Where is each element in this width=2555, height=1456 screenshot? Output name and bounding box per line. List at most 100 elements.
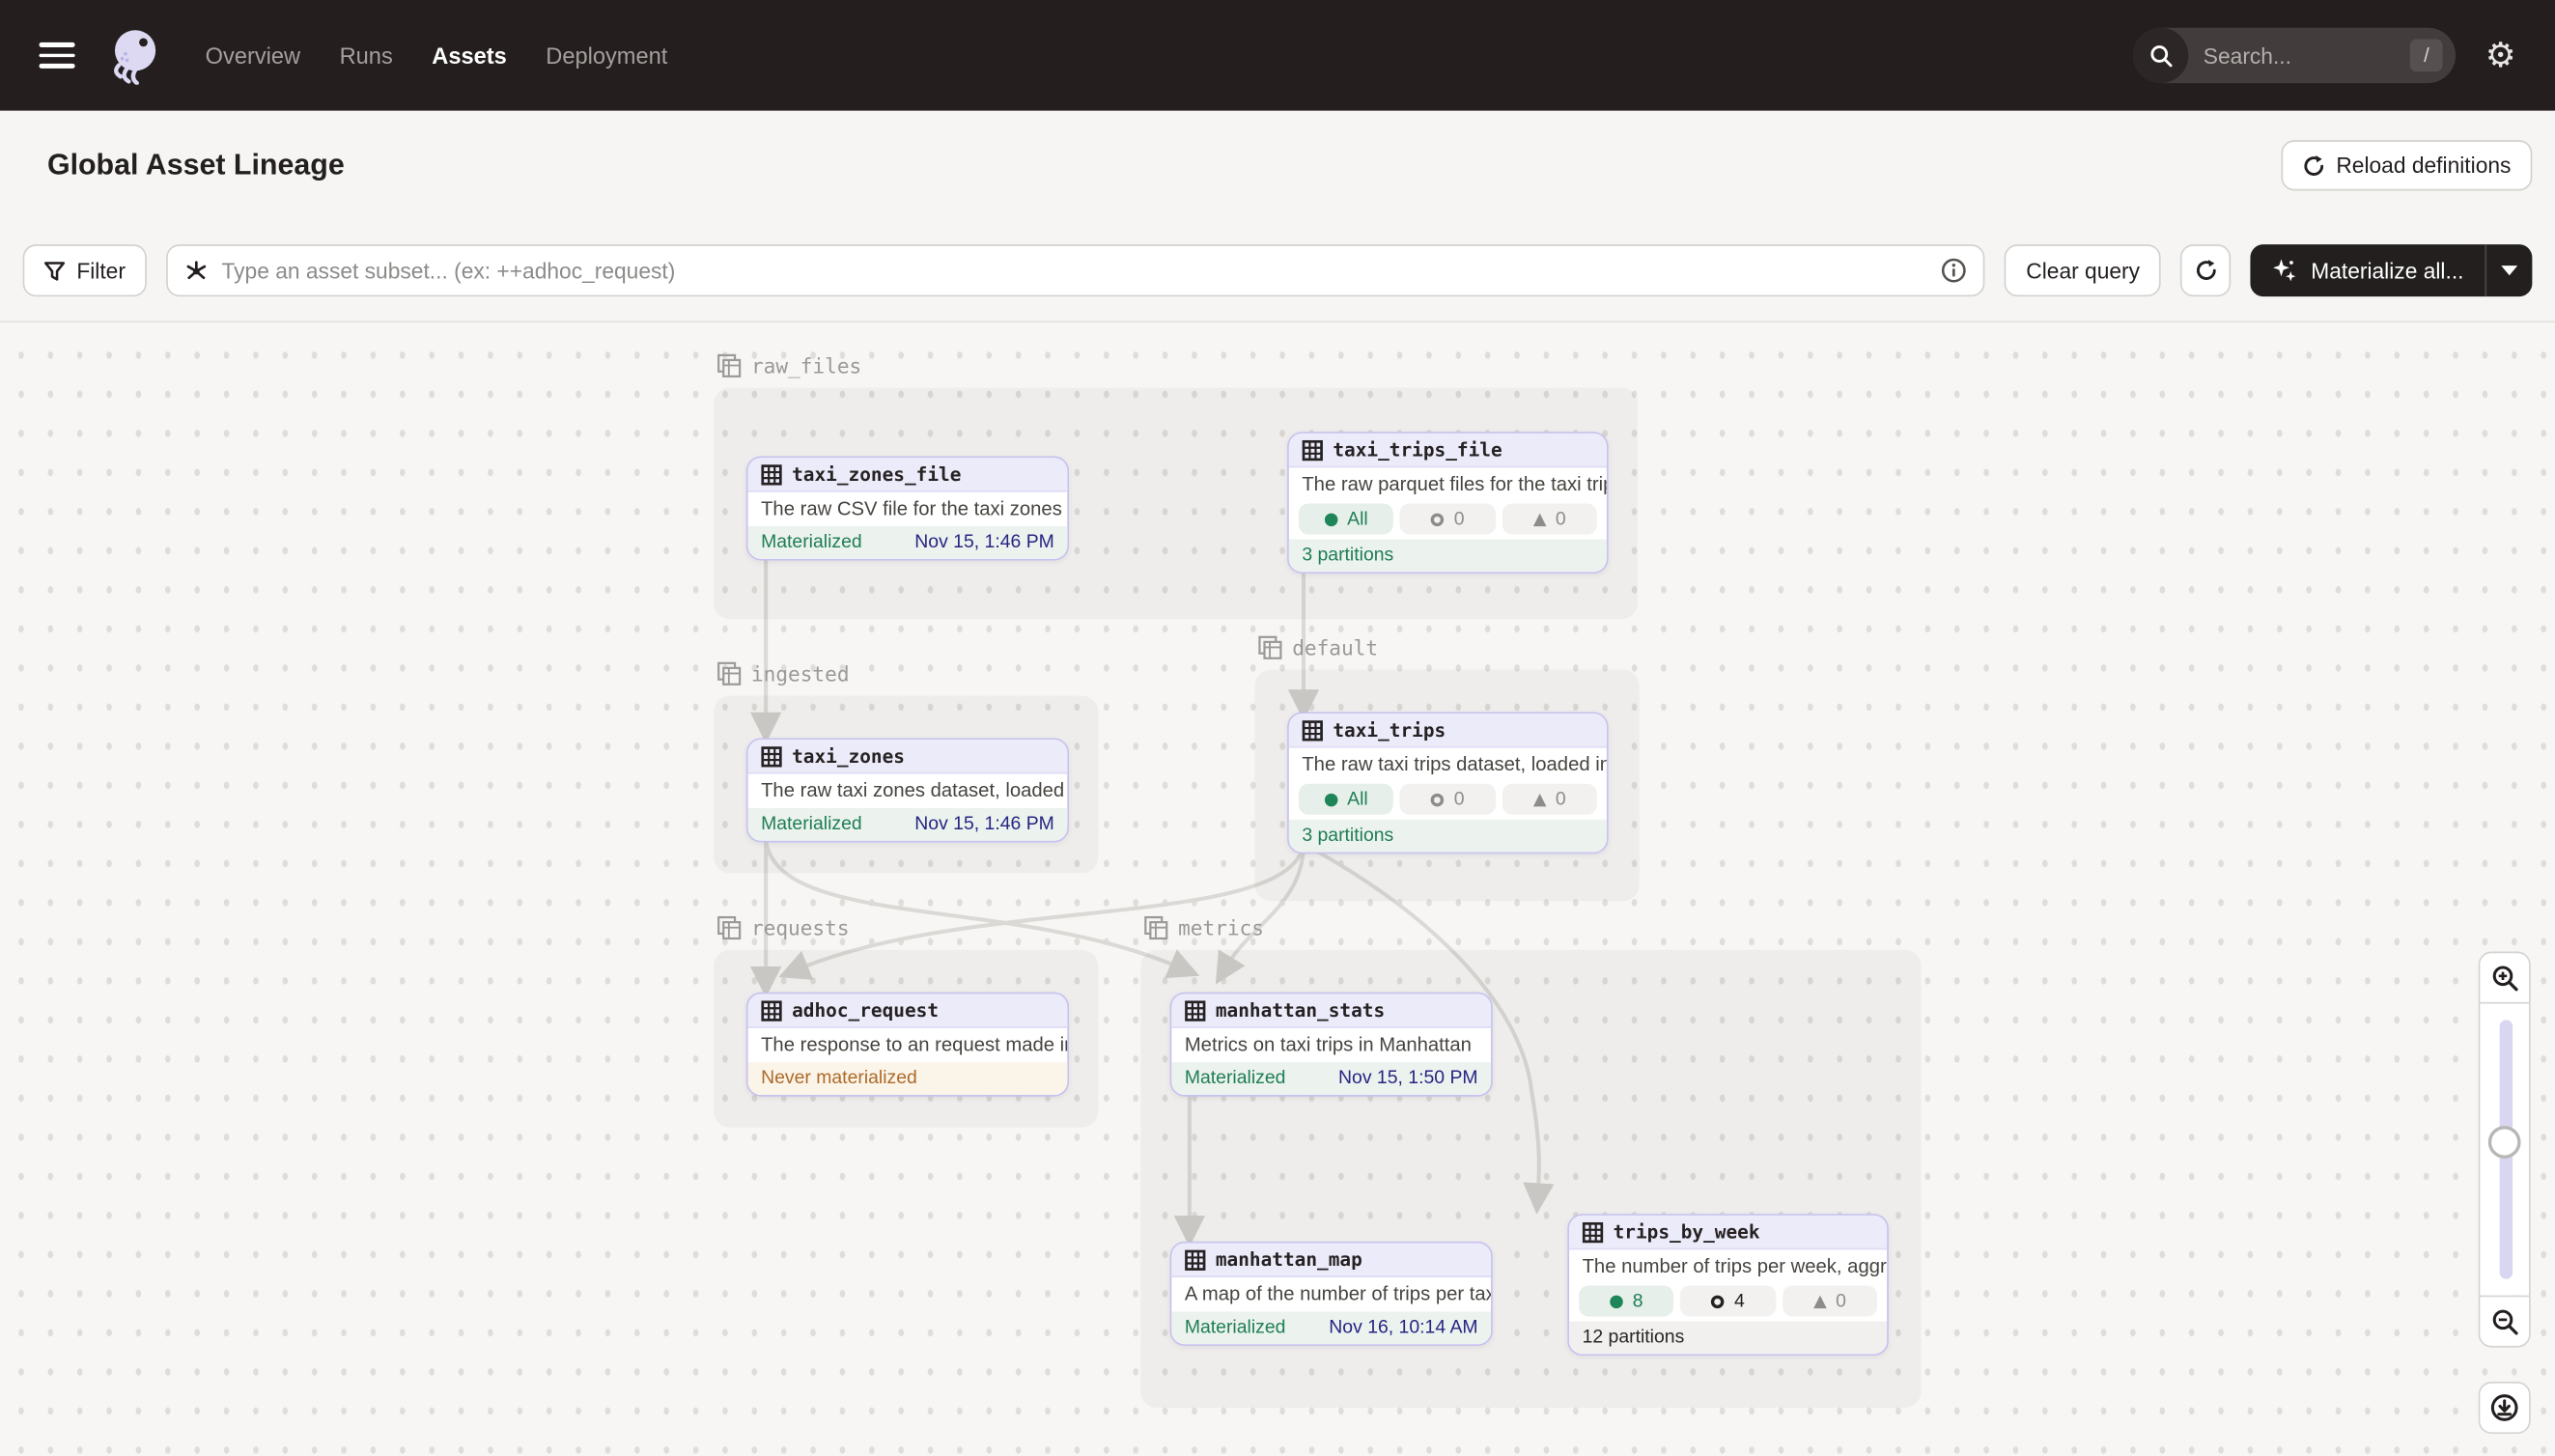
status-label: Materialized bbox=[1185, 1318, 1286, 1337]
asset-description: A map of the number of trips per taxi z.… bbox=[1171, 1277, 1491, 1311]
asset-status-bar: Materialized Nov 15, 1:50 PM bbox=[1171, 1062, 1491, 1095]
materialization-timestamp[interactable]: Nov 16, 10:14 AM bbox=[1329, 1318, 1477, 1337]
table-icon bbox=[1302, 439, 1323, 461]
table-icon bbox=[1583, 1221, 1604, 1243]
asset-status-bar: 3 partitions bbox=[1289, 540, 1607, 573]
partitions-count: 3 partitions bbox=[1302, 826, 1393, 846]
asset-group-icon bbox=[717, 915, 742, 939]
table-icon bbox=[761, 745, 782, 767]
nav-item-runs[interactable]: Runs bbox=[340, 42, 393, 69]
sparkle-icon bbox=[2272, 258, 2298, 284]
asset-node-header: manhattan_map bbox=[1171, 1244, 1491, 1277]
search-placeholder: Search... bbox=[2189, 43, 2411, 68]
materialization-timestamp[interactable]: Nov 15, 1:46 PM bbox=[914, 533, 1054, 552]
search-input[interactable]: Search... / bbox=[2133, 28, 2456, 83]
download-image-button[interactable] bbox=[2479, 1382, 2531, 1434]
asset-node-manhattan-map[interactable]: manhattan_map A map of the number of tri… bbox=[1170, 1242, 1493, 1346]
materialized-partitions-badge[interactable]: 8 bbox=[1579, 1285, 1673, 1316]
page-title: Global Asset Lineage bbox=[47, 149, 345, 182]
materialized-partitions-badge[interactable]: All bbox=[1299, 503, 1393, 534]
nav-links: Overview Runs Assets Deployment bbox=[206, 42, 668, 69]
missing-partitions-badge[interactable]: 0 bbox=[1400, 784, 1495, 815]
failed-triangle-icon bbox=[1813, 1295, 1827, 1308]
nav-item-deployment[interactable]: Deployment bbox=[546, 42, 667, 69]
page-header: Global Asset Lineage Reload definitions bbox=[0, 111, 2555, 220]
missing-ring-icon bbox=[1431, 793, 1445, 806]
failed-triangle-icon bbox=[1532, 793, 1546, 806]
lineage-toolbar: Filter Clear query Material bbox=[0, 220, 2555, 322]
search-shortcut-badge: / bbox=[2410, 40, 2443, 72]
asset-description: The raw parquet files for the taxi trips… bbox=[1289, 467, 1607, 501]
gear-icon[interactable]: ⚙ bbox=[2485, 39, 2516, 72]
asset-node-header: adhoc_request bbox=[748, 994, 1068, 1027]
asset-group-icon bbox=[717, 661, 742, 686]
failed-triangle-icon bbox=[1532, 513, 1546, 526]
hamburger-menu-icon[interactable] bbox=[40, 42, 75, 69]
filter-button[interactable]: Filter bbox=[23, 244, 147, 296]
reload-icon bbox=[2302, 154, 2325, 177]
asset-query-input[interactable] bbox=[222, 258, 1929, 282]
lineage-canvas[interactable]: raw_files ingested default requests metr… bbox=[0, 322, 2555, 1456]
asset-status-bar: Never materialized bbox=[748, 1062, 1068, 1095]
asset-node-header: taxi_zones_file bbox=[748, 458, 1068, 491]
materialized-dot-icon bbox=[1610, 1295, 1623, 1308]
asset-node-manhattan-stats[interactable]: manhattan_stats Metrics on taxi trips in… bbox=[1170, 993, 1493, 1097]
asset-status-bar: 3 partitions bbox=[1289, 820, 1607, 853]
materialize-all-split-button: Materialize all... bbox=[2251, 244, 2533, 296]
group-label-default[interactable]: default bbox=[1258, 635, 1378, 659]
asset-node-taxi-zones-file[interactable]: taxi_zones_file The raw CSV file for the… bbox=[746, 457, 1069, 561]
group-label-metrics[interactable]: metrics bbox=[1144, 915, 1264, 939]
info-icon[interactable] bbox=[1942, 258, 1968, 284]
materialize-all-button[interactable]: Materialize all... bbox=[2251, 244, 2485, 296]
status-label: Materialized bbox=[1185, 1069, 1286, 1088]
materialization-timestamp[interactable]: Nov 15, 1:50 PM bbox=[1338, 1069, 1478, 1088]
reload-definitions-button[interactable]: Reload definitions bbox=[2281, 140, 2532, 190]
status-label: Materialized bbox=[761, 815, 862, 834]
asset-node-adhoc-request[interactable]: adhoc_request The response to an request… bbox=[746, 993, 1069, 1097]
table-icon bbox=[1185, 999, 1206, 1021]
asset-node-header: trips_by_week bbox=[1569, 1216, 1887, 1249]
asset-group-icon bbox=[717, 353, 742, 378]
materialized-partitions-badge[interactable]: All bbox=[1299, 784, 1393, 815]
materialize-dropdown-button[interactable] bbox=[2486, 244, 2532, 296]
nav-right: Search... / ⚙ bbox=[2133, 28, 2515, 83]
nav-item-overview[interactable]: Overview bbox=[206, 42, 300, 69]
materialization-timestamp[interactable]: Nov 15, 1:46 PM bbox=[914, 815, 1054, 834]
asset-status-bar: Materialized Nov 15, 1:46 PM bbox=[748, 526, 1068, 559]
missing-ring-icon bbox=[1711, 1295, 1725, 1308]
group-label-ingested[interactable]: ingested bbox=[717, 661, 850, 686]
failed-partitions-badge[interactable]: 0 bbox=[1783, 1285, 1877, 1316]
status-label: Never materialized bbox=[761, 1069, 917, 1088]
asset-node-header: manhattan_stats bbox=[1171, 994, 1491, 1027]
missing-partitions-badge[interactable]: 4 bbox=[1680, 1285, 1775, 1316]
asset-group-icon bbox=[1258, 635, 1282, 659]
failed-partitions-badge[interactable]: 0 bbox=[1502, 784, 1596, 815]
asset-node-taxi-trips-file[interactable]: taxi_trips_file The raw parquet files fo… bbox=[1287, 432, 1608, 574]
asset-status-bar: Materialized Nov 16, 10:14 AM bbox=[1171, 1311, 1491, 1344]
nav-item-assets[interactable]: Assets bbox=[432, 42, 506, 69]
refresh-button[interactable] bbox=[2180, 244, 2231, 296]
materialized-dot-icon bbox=[1325, 513, 1338, 526]
zoom-in-button[interactable] bbox=[2479, 952, 2531, 1004]
dagster-logo-icon[interactable] bbox=[104, 26, 163, 85]
asset-node-header: taxi_trips bbox=[1289, 714, 1607, 747]
zoom-out-button[interactable] bbox=[2479, 1296, 2531, 1348]
asset-node-taxi-zones[interactable]: taxi_zones The raw taxi zones dataset, l… bbox=[746, 738, 1069, 842]
asset-description: The raw taxi zones dataset, loaded int..… bbox=[748, 774, 1068, 808]
asset-node-taxi-trips[interactable]: taxi_trips The raw taxi trips dataset, l… bbox=[1287, 712, 1608, 854]
failed-partitions-badge[interactable]: 0 bbox=[1502, 503, 1596, 534]
group-label-raw-files[interactable]: raw_files bbox=[717, 353, 862, 378]
table-icon bbox=[1185, 1248, 1206, 1270]
asset-node-trips-by-week[interactable]: trips_by_week The number of trips per we… bbox=[1567, 1214, 1888, 1356]
group-label-requests[interactable]: requests bbox=[717, 915, 850, 939]
zoom-out-icon bbox=[2490, 1307, 2518, 1335]
dagster-app: Overview Runs Assets Deployment Search..… bbox=[0, 0, 2555, 1456]
missing-partitions-badge[interactable]: 0 bbox=[1400, 503, 1495, 534]
filter-funnel-icon bbox=[44, 260, 66, 281]
zoom-slider-handle[interactable] bbox=[2488, 1126, 2521, 1159]
clear-query-button[interactable]: Clear query bbox=[2005, 244, 2161, 296]
refresh-icon bbox=[2195, 259, 2218, 282]
missing-ring-icon bbox=[1431, 513, 1445, 526]
zoom-slider bbox=[2479, 1004, 2531, 1296]
chevron-down-icon bbox=[2501, 266, 2517, 275]
